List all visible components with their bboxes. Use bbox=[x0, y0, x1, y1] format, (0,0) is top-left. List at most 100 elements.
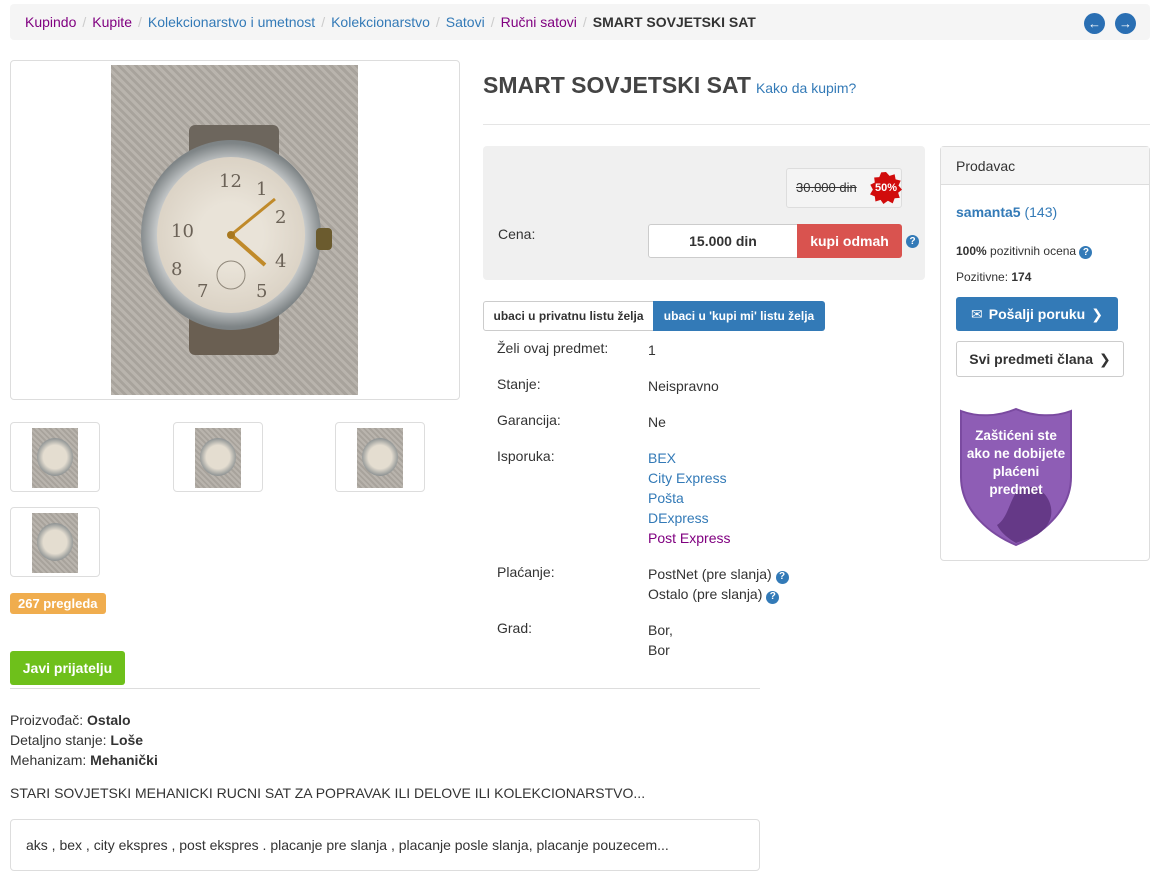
breadcrumb-separator: / bbox=[582, 14, 587, 30]
detail-label: Isporuka: bbox=[497, 448, 555, 464]
payment-option: PostNet (pre slanja) bbox=[648, 566, 772, 582]
delivery-option-link[interactable]: Pošta bbox=[648, 490, 684, 506]
city-value: Bor, bbox=[648, 622, 673, 638]
shipping-note-box: aks , bex , city ekspres , post ekspres … bbox=[10, 819, 760, 871]
chevron-right-icon: ❯ bbox=[1091, 305, 1103, 322]
product-photo[interactable]: 12 1 2 10 8 7 54 bbox=[111, 65, 358, 395]
thumbnail[interactable] bbox=[335, 422, 425, 492]
divider bbox=[483, 124, 1150, 125]
thumbnail-image bbox=[32, 513, 78, 573]
detail-label: Grad: bbox=[497, 620, 533, 636]
item-details: Želi ovaj predmet: 1 Stanje: Neispravno … bbox=[497, 340, 927, 660]
all-items-label: Svi predmeti člana bbox=[969, 351, 1093, 367]
detail-row-payment: Plaćanje: PostNet (pre slanja) ? Ostalo … bbox=[497, 564, 927, 620]
help-icon[interactable]: ? bbox=[775, 570, 789, 584]
delivery-option-link[interactable]: Post Express bbox=[648, 530, 730, 546]
detail-label: Želi ovaj predmet: bbox=[497, 340, 609, 356]
breadcrumb-link-kupite[interactable]: Kupite bbox=[92, 14, 132, 30]
breadcrumb-current: SMART SOVJETSKI SAT bbox=[592, 14, 756, 30]
send-message-label: Pošalji poruku bbox=[988, 306, 1086, 322]
positive-count-value: 174 bbox=[1011, 270, 1032, 284]
photo-watch-hands: 12 12 10 87 54 bbox=[171, 171, 286, 302]
current-price: 15.000 din bbox=[648, 224, 798, 258]
svg-text:7: 7 bbox=[197, 281, 208, 302]
attribute-value: Loše bbox=[110, 732, 144, 748]
breadcrumb-link-collecting-art[interactable]: Kolekcionarstvo i umetnost bbox=[148, 14, 315, 30]
how-to-buy-link[interactable]: Kako da kupim? bbox=[756, 80, 856, 96]
price-box: 30.000 din 50% Cena: 15.000 din kupi odm… bbox=[483, 146, 925, 280]
breadcrumb-link-wristwatches[interactable]: Ručni satovi bbox=[501, 14, 577, 30]
seller-panel: Prodavac samanta5 (143) 100% pozitivnih … bbox=[940, 146, 1150, 561]
svg-text:5: 5 bbox=[256, 281, 267, 302]
attributes-list: Proizvođač: Ostalo Detaljno stanje: Loše… bbox=[10, 710, 158, 770]
buy-now-button[interactable]: kupi odmah bbox=[797, 224, 902, 258]
old-price: 30.000 din 50% bbox=[786, 168, 902, 208]
attribute-row: Detaljno stanje: Loše bbox=[10, 730, 158, 750]
add-buy-me-wishlist-button[interactable]: ubaci u 'kupi mi' listu želja bbox=[653, 301, 825, 331]
thumbnail-image bbox=[32, 428, 78, 488]
breadcrumb-separator: / bbox=[435, 14, 440, 30]
positive-count-label: Pozitivne: bbox=[956, 270, 1009, 284]
svg-text:2: 2 bbox=[275, 207, 286, 228]
breadcrumb-separator: / bbox=[490, 14, 495, 30]
page-title: SMART SOVJETSKI SAT bbox=[483, 72, 751, 98]
attribute-label: Detaljno stanje: bbox=[10, 732, 107, 748]
detail-value: 1 bbox=[648, 342, 656, 358]
envelope-icon: ✉ bbox=[971, 305, 983, 322]
detail-row-delivery: Isporuka: BEX City Express Pošta DExpres… bbox=[497, 448, 927, 564]
help-icon[interactable]: ? bbox=[1079, 246, 1093, 259]
attribute-value: Ostalo bbox=[87, 712, 131, 728]
detail-row-city: Grad: Bor, Bor bbox=[497, 620, 927, 660]
main-photo-frame[interactable]: 12 1 2 10 8 7 54 bbox=[10, 60, 460, 400]
tell-friend-button[interactable]: Javi prijatelju bbox=[10, 651, 125, 685]
delivery-option-link[interactable]: City Express bbox=[648, 470, 727, 486]
positive-rating-percent: 100% bbox=[956, 244, 987, 258]
svg-text:10: 10 bbox=[171, 221, 194, 242]
breadcrumb-link-collecting[interactable]: Kolekcionarstvo bbox=[331, 14, 430, 30]
buyer-protection-text: Zaštićeni ste ako ne dobijete plaćeni pr… bbox=[966, 428, 1066, 497]
payment-options: PostNet (pre slanja) ? Ostalo (pre slanj… bbox=[648, 564, 789, 620]
payment-option: Ostalo (pre slanja) bbox=[648, 586, 763, 602]
seller-score-link[interactable]: (143) bbox=[1024, 204, 1057, 220]
thumbnail[interactable] bbox=[10, 507, 100, 577]
chevron-right-icon: ❯ bbox=[1098, 350, 1111, 367]
buyer-protection-shield[interactable]: Zaštićeni ste ako ne dobijete plaćeni pr… bbox=[957, 407, 1075, 547]
seller-panel-header: Prodavac bbox=[941, 147, 1149, 185]
seller-info: samanta5 (143) bbox=[956, 204, 1057, 220]
detail-row-warranty: Garancija: Ne bbox=[497, 412, 927, 448]
thumbnail[interactable] bbox=[10, 422, 100, 492]
delivery-option-link[interactable]: BEX bbox=[648, 450, 676, 466]
views-badge: 267 pregleda bbox=[10, 593, 106, 614]
breadcrumb-separator: / bbox=[321, 14, 326, 30]
item-nav-arrows: ← → bbox=[1084, 13, 1136, 34]
attribute-label: Mehanizam: bbox=[10, 752, 87, 768]
svg-text:1: 1 bbox=[256, 179, 267, 200]
breadcrumb-link-kupindo[interactable]: Kupindo bbox=[25, 14, 76, 30]
detail-value: Ne bbox=[648, 414, 666, 430]
send-message-button[interactable]: ✉ Pošalji poruku ❯ bbox=[956, 297, 1118, 331]
breadcrumb: Kupindo / Kupite / Kolekcionarstvo i ume… bbox=[10, 4, 1150, 40]
delivery-option-link[interactable]: DExpress bbox=[648, 510, 709, 526]
attribute-row: Mehanizam: Mehanički bbox=[10, 750, 158, 770]
price-label: Cena: bbox=[498, 226, 536, 242]
arrow-right-icon[interactable]: → bbox=[1115, 13, 1136, 34]
attribute-value: Mehanički bbox=[90, 752, 158, 768]
add-private-wishlist-button[interactable]: ubaci u privatnu listu želja bbox=[483, 301, 654, 331]
seller-name-link[interactable]: samanta5 bbox=[956, 204, 1021, 220]
all-seller-items-button[interactable]: Svi predmeti člana ❯ bbox=[956, 341, 1124, 377]
svg-text:8: 8 bbox=[171, 259, 182, 280]
detail-label: Garancija: bbox=[497, 412, 561, 428]
arrow-left-icon[interactable]: ← bbox=[1084, 13, 1105, 34]
svg-text:4: 4 bbox=[275, 251, 286, 272]
thumbnail-image bbox=[357, 428, 403, 488]
breadcrumb-link-watches[interactable]: Satovi bbox=[446, 14, 485, 30]
help-icon[interactable]: ? bbox=[766, 590, 780, 604]
svg-text:12: 12 bbox=[219, 171, 242, 192]
thumbnail[interactable] bbox=[173, 422, 263, 492]
city-value: Bor bbox=[648, 642, 670, 658]
title-row: SMART SOVJETSKI SAT Kako da kupim? bbox=[483, 72, 856, 99]
city-values: Bor, Bor bbox=[648, 620, 673, 660]
breadcrumb-separator: / bbox=[82, 14, 87, 30]
shipping-note-text: aks , bex , city ekspres , post ekspres … bbox=[26, 837, 669, 853]
help-icon[interactable]: ? bbox=[906, 235, 919, 248]
